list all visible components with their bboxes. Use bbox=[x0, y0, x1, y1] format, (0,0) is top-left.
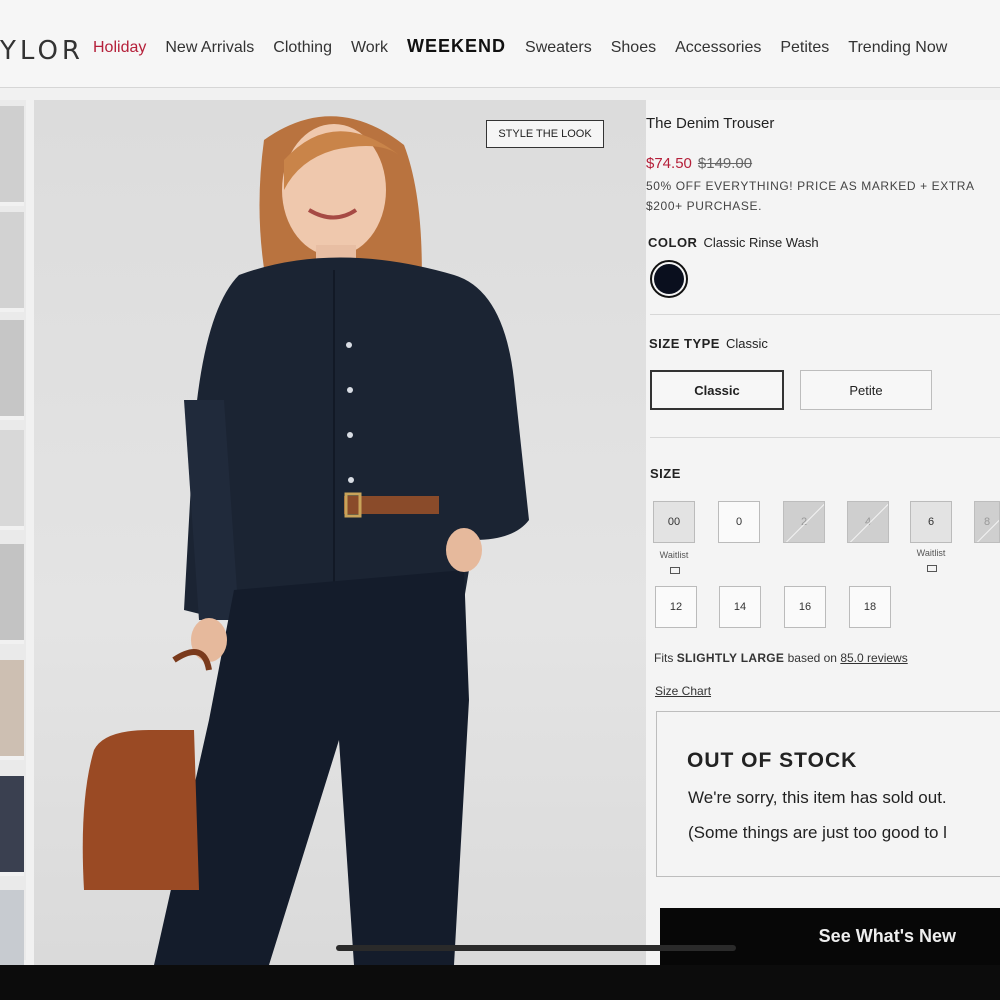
size-12-button[interactable]: 12 bbox=[655, 586, 697, 628]
promo-text: 50% OFF EVERYTHING! PRICE AS MARKED + EX… bbox=[646, 176, 1000, 216]
nav-work[interactable]: Work bbox=[351, 39, 388, 57]
size-14-button[interactable]: 14 bbox=[719, 586, 761, 628]
color-label: COLOR bbox=[648, 235, 698, 250]
thumbnail[interactable] bbox=[0, 430, 24, 530]
size-type-row: SIZE TYPE Classic bbox=[649, 336, 768, 351]
fits-value: SLIGHTLY LARGE bbox=[676, 651, 785, 665]
nav-shoes[interactable]: Shoes bbox=[611, 39, 656, 57]
thumbnail[interactable] bbox=[0, 106, 24, 206]
thumbnail[interactable] bbox=[0, 660, 24, 760]
nav-weekend[interactable]: WEEKEND bbox=[407, 36, 506, 57]
waitlist-label[interactable]: Waitlist bbox=[910, 548, 952, 558]
nav-accessories[interactable]: Accessories bbox=[675, 39, 761, 57]
color-value: Classic Rinse Wash bbox=[703, 235, 819, 250]
size-type-label: SIZE TYPE bbox=[649, 336, 720, 351]
style-the-look-button[interactable]: STYLE THE LOOK bbox=[486, 120, 604, 148]
product-image[interactable]: STYLE THE LOOK bbox=[34, 100, 646, 965]
see-whats-new-button[interactable]: See What's New bbox=[660, 908, 1000, 965]
home-indicator[interactable] bbox=[336, 945, 736, 951]
mail-icon[interactable] bbox=[927, 565, 937, 572]
nav-holiday[interactable]: Holiday bbox=[93, 39, 146, 57]
thumbnail[interactable] bbox=[0, 890, 24, 965]
color-swatch-classic-rinse-wash[interactable] bbox=[650, 260, 688, 298]
out-of-stock-box: OUT OF STOCK We're sorry, this item has … bbox=[656, 711, 1000, 877]
waitlist-label[interactable]: Waitlist bbox=[653, 550, 695, 560]
size-16-button[interactable]: 16 bbox=[784, 586, 826, 628]
swatch-fill bbox=[654, 264, 684, 294]
divider bbox=[650, 437, 1000, 438]
nav-new-arrivals[interactable]: New Arrivals bbox=[165, 39, 254, 57]
size-type-petite-button[interactable]: Petite bbox=[800, 370, 932, 410]
original-price: $149.00 bbox=[697, 155, 753, 172]
price: $74.50 $149.00 bbox=[646, 155, 752, 172]
mail-icon[interactable] bbox=[670, 567, 680, 574]
thumbnail[interactable] bbox=[0, 544, 24, 644]
size-2-button[interactable]: 2 bbox=[783, 501, 825, 543]
model-illustration bbox=[82, 116, 529, 965]
nav-sweaters[interactable]: Sweaters bbox=[525, 39, 592, 57]
size-18-button[interactable]: 18 bbox=[849, 586, 891, 628]
fits-middle: based on bbox=[787, 651, 837, 665]
size-chart-link[interactable]: Size Chart bbox=[655, 684, 711, 698]
size-6-button[interactable]: 6 bbox=[910, 501, 952, 543]
nav-links: Holiday New Arrivals Clothing Work WEEKE… bbox=[93, 36, 947, 57]
thumbnail[interactable] bbox=[0, 776, 24, 876]
out-of-stock-note: (Some things are just too good to l bbox=[688, 823, 947, 842]
size-label: SIZE bbox=[650, 466, 681, 481]
thumbnail[interactable] bbox=[0, 320, 24, 420]
product-details: The Denim Trouser $74.50 $149.00 50% OFF … bbox=[646, 100, 1000, 965]
thumbnail-rail bbox=[0, 100, 26, 965]
size-4-button[interactable]: 4 bbox=[847, 501, 889, 543]
size-00-button[interactable]: 00 bbox=[653, 501, 695, 543]
fits-prefix: Fits bbox=[654, 651, 674, 665]
thumbnail[interactable] bbox=[0, 212, 24, 312]
promo-line-1: 50% OFF EVERYTHING! PRICE AS MARKED + EX… bbox=[646, 179, 975, 193]
divider bbox=[650, 314, 1000, 315]
promo-line-2: $200+ PURCHASE. bbox=[646, 199, 763, 213]
nav-clothing[interactable]: Clothing bbox=[273, 39, 332, 57]
size-8-button[interactable]: 8 bbox=[974, 501, 1000, 543]
nav-trending-now[interactable]: Trending Now bbox=[848, 39, 947, 57]
browser-screen: YLOR Holiday New Arrivals Clothing Work … bbox=[0, 0, 1000, 965]
color-row: COLOR Classic Rinse Wash bbox=[648, 235, 819, 250]
fit-summary: Fits SLIGHTLY LARGE based on 85.0 review… bbox=[654, 651, 908, 665]
out-of-stock-title: OUT OF STOCK bbox=[687, 749, 858, 772]
out-of-stock-message: We're sorry, this item has sold out. bbox=[688, 788, 947, 807]
nav-petites[interactable]: Petites bbox=[780, 39, 829, 57]
product-title: The Denim Trouser bbox=[646, 115, 775, 132]
brand-logo[interactable]: YLOR bbox=[0, 36, 84, 66]
reviews-link[interactable]: 85.0 reviews bbox=[840, 651, 907, 665]
sale-price: $74.50 bbox=[646, 155, 692, 172]
top-navigation: YLOR Holiday New Arrivals Clothing Work … bbox=[0, 0, 1000, 88]
size-type-classic-button[interactable]: Classic bbox=[650, 370, 784, 410]
size-0-button[interactable]: 0 bbox=[718, 501, 760, 543]
size-type-value: Classic bbox=[725, 336, 768, 351]
